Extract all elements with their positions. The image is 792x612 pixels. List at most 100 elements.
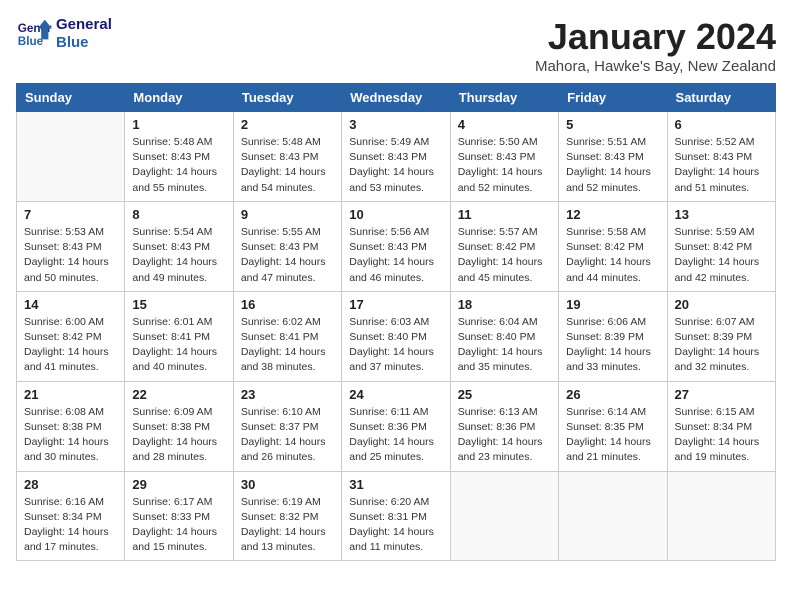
col-header-friday: Friday: [559, 84, 667, 112]
day-number: 3: [349, 117, 442, 132]
day-info: Sunrise: 5:53 AM Sunset: 8:43 PM Dayligh…: [24, 225, 117, 286]
calendar-cell: 23 Sunrise: 6:10 AM Sunset: 8:37 PM Dayli…: [233, 381, 341, 471]
day-number: 12: [566, 207, 659, 222]
logo-text: General Blue: [56, 16, 112, 52]
day-number: 21: [24, 387, 117, 402]
calendar-cell: 20 Sunrise: 6:07 AM Sunset: 8:39 PM Dayli…: [667, 291, 775, 381]
day-number: 13: [675, 207, 768, 222]
day-number: 25: [458, 387, 551, 402]
day-info: Sunrise: 5:56 AM Sunset: 8:43 PM Dayligh…: [349, 225, 442, 286]
day-info: Sunrise: 6:11 AM Sunset: 8:36 PM Dayligh…: [349, 405, 442, 466]
day-number: 4: [458, 117, 551, 132]
day-number: 28: [24, 477, 117, 492]
calendar-cell: 1Sunrise: 5:48 AM Sunset: 8:43 PM Daylig…: [125, 112, 233, 202]
calendar-cell: 11Sunrise: 5:57 AM Sunset: 8:42 PM Dayli…: [450, 201, 558, 291]
calendar-cell: 22Sunrise: 6:09 AM Sunset: 8:38 PM Dayli…: [125, 381, 233, 471]
calendar-cell: 26Sunrise: 6:14 AM Sunset: 8:35 PM Dayli…: [559, 381, 667, 471]
day-info: Sunrise: 5:50 AM Sunset: 8:43 PM Dayligh…: [458, 135, 551, 196]
day-info: Sunrise: 5:52 AM Sunset: 8:43 PM Dayligh…: [675, 135, 768, 196]
month-title: January 2024: [535, 16, 776, 58]
day-number: 14: [24, 297, 117, 312]
col-header-monday: Monday: [125, 84, 233, 112]
calendar-week-row: 7 Sunrise: 5:53 AM Sunset: 8:43 PM Daylig…: [17, 201, 776, 291]
day-info: Sunrise: 6:10 AM Sunset: 8:37 PM Dayligh…: [241, 405, 334, 466]
calendar-header-row: SundayMondayTuesdayWednesdayThursdayFrid…: [17, 84, 776, 112]
calendar-cell: 7 Sunrise: 5:53 AM Sunset: 8:43 PM Daylig…: [17, 201, 125, 291]
day-number: 27: [675, 387, 768, 402]
day-info: Sunrise: 6:13 AM Sunset: 8:36 PM Dayligh…: [458, 405, 551, 466]
day-number: 6: [675, 117, 768, 132]
calendar-week-row: 28 Sunrise: 6:16 AM Sunset: 8:34 PM Dayli…: [17, 471, 776, 561]
logo-icon: General Blue: [16, 16, 52, 52]
day-number: 5: [566, 117, 659, 132]
day-info: Sunrise: 6:04 AM Sunset: 8:40 PM Dayligh…: [458, 315, 551, 376]
day-info: Sunrise: 5:55 AM Sunset: 8:43 PM Dayligh…: [241, 225, 334, 286]
day-info: Sunrise: 6:08 AM Sunset: 8:38 PM Dayligh…: [24, 405, 117, 466]
page-header: General Blue General Blue January 2024 M…: [16, 16, 776, 75]
calendar-cell: 29 Sunrise: 6:17 AM Sunset: 8:33 PM Dayli…: [125, 471, 233, 561]
col-header-thursday: Thursday: [450, 84, 558, 112]
calendar-cell: 30 Sunrise: 6:19 AM Sunset: 8:32 PM Dayli…: [233, 471, 341, 561]
calendar-cell: 4 Sunrise: 5:50 AM Sunset: 8:43 PM Daylig…: [450, 112, 558, 202]
day-info: Sunrise: 6:07 AM Sunset: 8:39 PM Dayligh…: [675, 315, 768, 376]
day-info: Sunrise: 6:14 AM Sunset: 8:35 PM Dayligh…: [566, 405, 659, 466]
calendar-week-row: 1Sunrise: 5:48 AM Sunset: 8:43 PM Daylig…: [17, 112, 776, 202]
day-info: Sunrise: 5:59 AM Sunset: 8:42 PM Dayligh…: [675, 225, 768, 286]
col-header-tuesday: Tuesday: [233, 84, 341, 112]
day-number: 9: [241, 207, 334, 222]
calendar-cell: 3 Sunrise: 5:49 AM Sunset: 8:43 PM Daylig…: [342, 112, 450, 202]
col-header-wednesday: Wednesday: [342, 84, 450, 112]
calendar-cell: 8 Sunrise: 5:54 AM Sunset: 8:43 PM Daylig…: [125, 201, 233, 291]
calendar-cell: [17, 112, 125, 202]
calendar-cell: 18 Sunrise: 6:04 AM Sunset: 8:40 PM Dayli…: [450, 291, 558, 381]
calendar-cell: 14 Sunrise: 6:00 AM Sunset: 8:42 PM Dayli…: [17, 291, 125, 381]
day-info: Sunrise: 6:03 AM Sunset: 8:40 PM Dayligh…: [349, 315, 442, 376]
calendar-cell: 19 Sunrise: 6:06 AM Sunset: 8:39 PM Dayli…: [559, 291, 667, 381]
day-number: 10: [349, 207, 442, 222]
col-header-saturday: Saturday: [667, 84, 775, 112]
day-number: 16: [241, 297, 334, 312]
day-info: Sunrise: 5:51 AM Sunset: 8:43 PM Dayligh…: [566, 135, 659, 196]
day-number: 19: [566, 297, 659, 312]
calendar-week-row: 21 Sunrise: 6:08 AM Sunset: 8:38 PM Dayli…: [17, 381, 776, 471]
calendar-cell: 9 Sunrise: 5:55 AM Sunset: 8:43 PM Daylig…: [233, 201, 341, 291]
day-info: Sunrise: 5:57 AM Sunset: 8:42 PM Dayligh…: [458, 225, 551, 286]
day-number: 1: [132, 117, 225, 132]
calendar-cell: 31Sunrise: 6:20 AM Sunset: 8:31 PM Dayli…: [342, 471, 450, 561]
calendar-cell: 16 Sunrise: 6:02 AM Sunset: 8:41 PM Dayli…: [233, 291, 341, 381]
calendar-cell: 5 Sunrise: 5:51 AM Sunset: 8:43 PM Daylig…: [559, 112, 667, 202]
location-subtitle: Mahora, Hawke's Bay, New Zealand: [535, 58, 776, 75]
calendar-cell: 25 Sunrise: 6:13 AM Sunset: 8:36 PM Dayli…: [450, 381, 558, 471]
calendar-table: SundayMondayTuesdayWednesdayThursdayFrid…: [16, 83, 776, 561]
day-info: Sunrise: 6:09 AM Sunset: 8:38 PM Dayligh…: [132, 405, 225, 466]
day-number: 29: [132, 477, 225, 492]
day-info: Sunrise: 5:49 AM Sunset: 8:43 PM Dayligh…: [349, 135, 442, 196]
calendar-cell: [667, 471, 775, 561]
day-number: 7: [24, 207, 117, 222]
calendar-week-row: 14 Sunrise: 6:00 AM Sunset: 8:42 PM Dayli…: [17, 291, 776, 381]
calendar-cell: 10 Sunrise: 5:56 AM Sunset: 8:43 PM Dayli…: [342, 201, 450, 291]
day-number: 15: [132, 297, 225, 312]
calendar-cell: 15Sunrise: 6:01 AM Sunset: 8:41 PM Dayli…: [125, 291, 233, 381]
day-info: Sunrise: 6:16 AM Sunset: 8:34 PM Dayligh…: [24, 495, 117, 556]
day-info: Sunrise: 6:06 AM Sunset: 8:39 PM Dayligh…: [566, 315, 659, 376]
calendar-cell: 21 Sunrise: 6:08 AM Sunset: 8:38 PM Dayli…: [17, 381, 125, 471]
day-number: 8: [132, 207, 225, 222]
day-info: Sunrise: 6:19 AM Sunset: 8:32 PM Dayligh…: [241, 495, 334, 556]
day-number: 30: [241, 477, 334, 492]
calendar-cell: 28 Sunrise: 6:16 AM Sunset: 8:34 PM Dayli…: [17, 471, 125, 561]
day-info: Sunrise: 6:00 AM Sunset: 8:42 PM Dayligh…: [24, 315, 117, 376]
day-number: 23: [241, 387, 334, 402]
day-info: Sunrise: 6:17 AM Sunset: 8:33 PM Dayligh…: [132, 495, 225, 556]
svg-text:Blue: Blue: [18, 35, 44, 48]
calendar-cell: 27Sunrise: 6:15 AM Sunset: 8:34 PM Dayli…: [667, 381, 775, 471]
day-number: 17: [349, 297, 442, 312]
calendar-cell: 2Sunrise: 5:48 AM Sunset: 8:43 PM Daylig…: [233, 112, 341, 202]
day-info: Sunrise: 6:02 AM Sunset: 8:41 PM Dayligh…: [241, 315, 334, 376]
day-number: 20: [675, 297, 768, 312]
calendar-cell: 6 Sunrise: 5:52 AM Sunset: 8:43 PM Daylig…: [667, 112, 775, 202]
day-info: Sunrise: 5:54 AM Sunset: 8:43 PM Dayligh…: [132, 225, 225, 286]
title-block: January 2024 Mahora, Hawke's Bay, New Ze…: [535, 16, 776, 75]
calendar-cell: 24Sunrise: 6:11 AM Sunset: 8:36 PM Dayli…: [342, 381, 450, 471]
day-number: 18: [458, 297, 551, 312]
